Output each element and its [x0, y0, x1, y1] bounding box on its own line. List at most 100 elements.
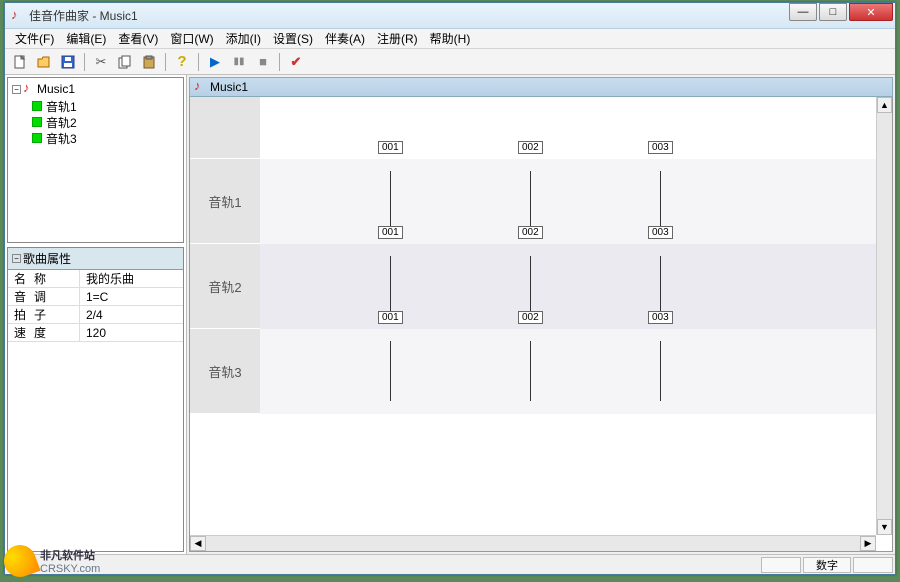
check-icon: ✔ — [291, 54, 302, 70]
scroll-left-icon[interactable]: ◀ — [190, 536, 206, 551]
measure-number: 002 — [518, 226, 543, 239]
prop-time-signature[interactable]: 拍子2/4 — [8, 306, 183, 324]
measure-number: 003 — [648, 311, 673, 324]
track-label-2[interactable]: 音轨2 — [190, 244, 260, 329]
app-icon — [11, 9, 25, 23]
stop-button[interactable]: ■ — [252, 51, 274, 73]
tree-item-label: 音轨1 — [46, 98, 77, 115]
menu-accompany[interactable]: 伴奏(A) — [319, 30, 371, 47]
track-label-3[interactable]: 音轨3 — [190, 329, 260, 414]
tree-item-track2[interactable]: 音轨2 — [32, 114, 179, 130]
prop-value: 我的乐曲 — [80, 270, 183, 287]
help-icon: ? — [177, 53, 186, 70]
barline-icon — [390, 341, 391, 401]
barline-icon — [660, 341, 661, 401]
music-icon — [23, 82, 35, 96]
play-button[interactable]: ▶ — [204, 51, 226, 73]
check-button[interactable]: ✔ — [285, 51, 307, 73]
measure-number: 003 — [648, 226, 673, 239]
paste-button[interactable] — [138, 51, 160, 73]
track-icon — [32, 133, 42, 143]
menu-edit[interactable]: 编辑(E) — [60, 30, 112, 47]
prop-key-signature[interactable]: 音调1=C — [8, 288, 183, 306]
right-pane: Music1 音轨1 音轨2 音轨3 001 002 — [187, 75, 895, 554]
separator-icon — [165, 53, 166, 71]
track-row-2[interactable]: 001 002 003 — [260, 244, 892, 329]
barline-icon — [530, 171, 531, 231]
scroll-track[interactable] — [206, 536, 860, 551]
close-button[interactable]: ✕ — [849, 3, 893, 21]
pause-button[interactable]: ▮▮ — [228, 51, 250, 73]
menu-settings[interactable]: 设置(S) — [267, 30, 319, 47]
measure-number: 002 — [518, 311, 543, 324]
track-label-header — [190, 97, 260, 159]
app-window: 佳音作曲家 - Music1 — □ ✕ 文件(F) 编辑(E) 查看(V) 窗… — [4, 2, 896, 575]
barline-icon — [660, 256, 661, 316]
scroll-down-icon[interactable]: ▼ — [877, 519, 892, 535]
horizontal-scrollbar[interactable]: ◀ ▶ — [190, 535, 876, 551]
play-icon: ▶ — [210, 54, 220, 70]
scissors-icon: ✂ — [96, 54, 107, 70]
properties-grid: 名称我的乐曲 音调1=C 拍子2/4 速度120 — [8, 270, 183, 342]
barline-icon — [660, 171, 661, 231]
cut-button[interactable]: ✂ — [90, 51, 112, 73]
collapse-icon[interactable]: − — [12, 254, 21, 263]
help-button[interactable]: ? — [171, 51, 193, 73]
track-icon — [32, 117, 42, 127]
left-pane: − Music1 音轨1 音轨2 音轨3 − 歌曲属性 名称我的乐曲 音调1=C — [5, 75, 187, 554]
menu-register[interactable]: 注册(R) — [371, 30, 424, 47]
window-buttons: — □ ✕ — [789, 3, 895, 28]
scroll-track[interactable] — [877, 113, 892, 519]
prop-key: 名称 — [8, 270, 80, 287]
prop-tempo[interactable]: 速度120 — [8, 324, 183, 342]
track-tree: − Music1 音轨1 音轨2 音轨3 — [7, 77, 184, 243]
menubar: 文件(F) 编辑(E) 查看(V) 窗口(W) 添加(I) 设置(S) 伴奏(A… — [5, 29, 895, 49]
tracks-container: 音轨1 音轨2 音轨3 001 002 003 001 002 — [190, 97, 892, 414]
menu-help[interactable]: 帮助(H) — [424, 30, 477, 47]
new-button[interactable] — [9, 51, 31, 73]
measure-number: 001 — [378, 141, 403, 154]
menu-window[interactable]: 窗口(W) — [164, 30, 219, 47]
separator-icon — [84, 53, 85, 71]
measure-number: 002 — [518, 141, 543, 154]
menu-insert[interactable]: 添加(I) — [220, 30, 267, 47]
separator-icon — [198, 53, 199, 71]
stop-icon: ■ — [259, 54, 267, 69]
document-title: Music1 — [210, 80, 248, 94]
separator-icon — [279, 53, 280, 71]
menu-file[interactable]: 文件(F) — [9, 30, 60, 47]
statusbar-mode: 数字 — [803, 557, 851, 573]
tree-item-track3[interactable]: 音轨3 — [32, 130, 179, 146]
tree-children: 音轨1 音轨2 音轨3 — [32, 98, 179, 146]
save-button[interactable] — [57, 51, 79, 73]
track-labels-column: 音轨1 音轨2 音轨3 — [190, 97, 260, 414]
minimize-button[interactable]: — — [789, 3, 817, 21]
tree-root[interactable]: − Music1 — [12, 82, 179, 96]
vertical-scrollbar[interactable]: ▲ ▼ — [876, 97, 892, 535]
document-body[interactable]: 音轨1 音轨2 音轨3 001 002 003 001 002 — [189, 97, 893, 552]
prop-name[interactable]: 名称我的乐曲 — [8, 270, 183, 288]
barline-icon — [390, 171, 391, 231]
titlebar: 佳音作曲家 - Music1 — □ ✕ — [5, 3, 895, 29]
barline-icon — [390, 256, 391, 316]
barline-icon — [530, 341, 531, 401]
statusbar: 数字 — [5, 554, 895, 574]
track-label-1[interactable]: 音轨1 — [190, 159, 260, 244]
barline-icon — [530, 256, 531, 316]
menu-view[interactable]: 查看(V) — [112, 30, 164, 47]
measure-number: 003 — [648, 141, 673, 154]
scroll-up-icon[interactable]: ▲ — [877, 97, 892, 113]
measure-number: 001 — [378, 226, 403, 239]
maximize-button[interactable]: □ — [819, 3, 847, 21]
scroll-right-icon[interactable]: ▶ — [860, 536, 876, 551]
track-row-3[interactable]: 001 002 003 — [260, 329, 892, 414]
collapse-icon[interactable]: − — [12, 85, 21, 94]
statusbar-cell-empty — [853, 557, 893, 573]
open-button[interactable] — [33, 51, 55, 73]
prop-key: 速度 — [8, 324, 80, 341]
copy-button[interactable] — [114, 51, 136, 73]
properties-header[interactable]: − 歌曲属性 — [8, 248, 183, 270]
tree-item-track1[interactable]: 音轨1 — [32, 98, 179, 114]
music-icon — [194, 80, 206, 94]
track-row-1[interactable]: 001 002 003 — [260, 159, 892, 244]
